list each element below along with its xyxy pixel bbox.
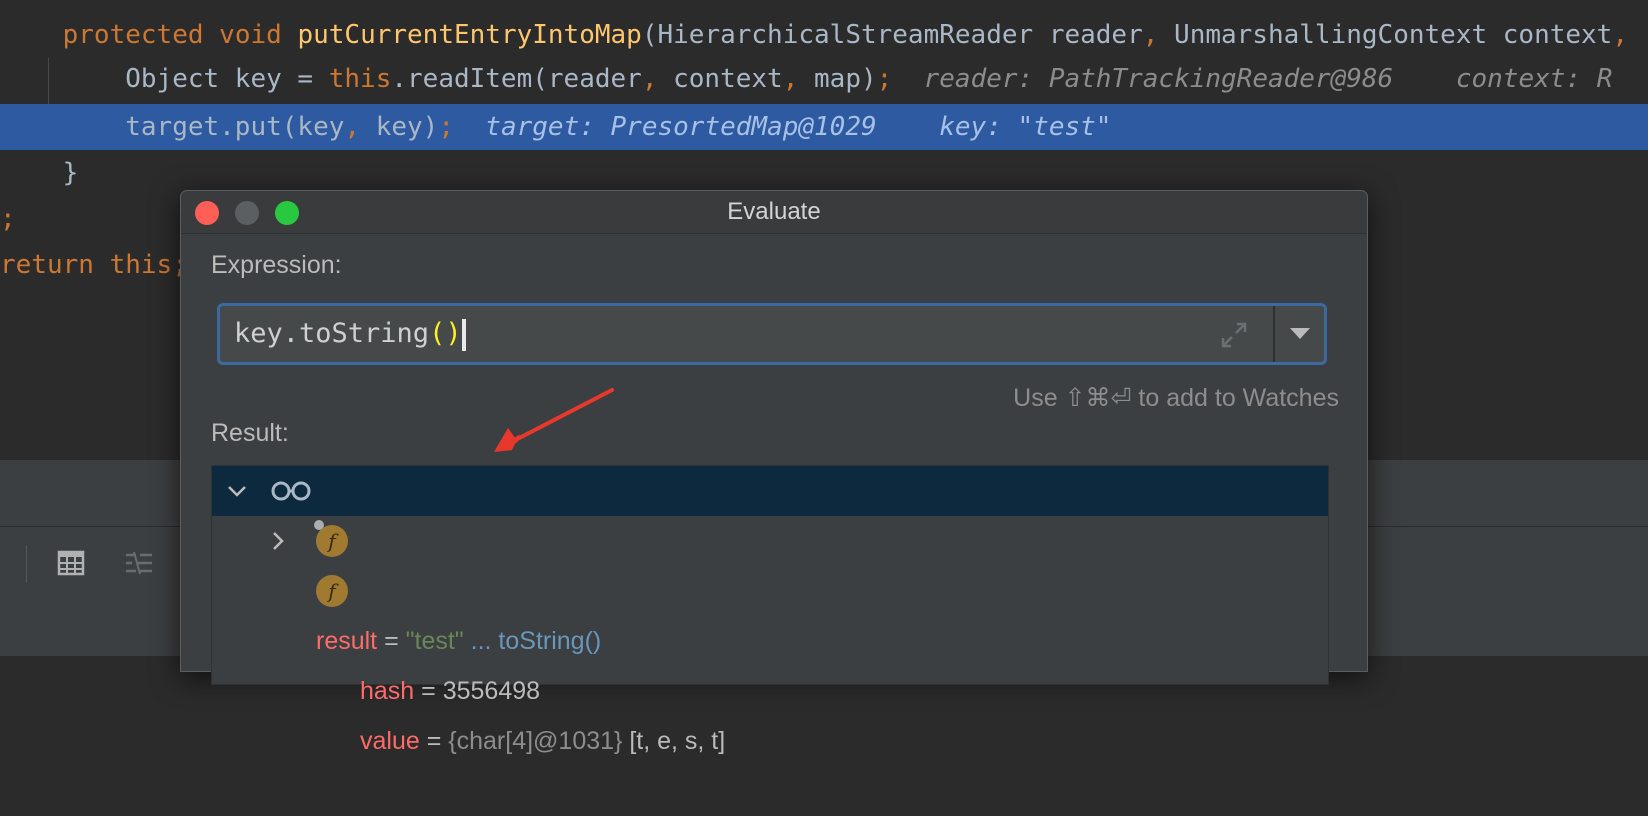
comma: , — [641, 64, 674, 94]
semicolon: ; — [876, 64, 893, 94]
code-text: UnmarshallingContext context — [1158, 20, 1613, 50]
result-node-text: result = "test" ... toString() — [316, 616, 601, 666]
toolbar-separator — [26, 545, 27, 583]
semicolon: ; — [0, 204, 16, 234]
equals: = — [377, 627, 406, 655]
keyword: return — [0, 250, 94, 280]
code-line-1: protected void putCurrentEntryIntoMap(Hi… — [0, 12, 1648, 58]
inline-debug-hint: context: R — [1455, 64, 1613, 94]
inline-debug-hint: target: PresortedMap@1029 — [485, 112, 877, 142]
chevron-right-icon[interactable] — [270, 530, 286, 552]
var-type: {char[4]@1031} — [448, 727, 623, 755]
tree-row-value[interactable]: f value = {char[4]@1031} [t, e, s, t] — [212, 516, 1328, 755]
expression-text[interactable]: key.toString() — [234, 306, 466, 362]
field-badge-icon: f — [316, 525, 348, 557]
var-value: [t, e, s, t] — [622, 727, 726, 755]
equals: = — [414, 677, 443, 705]
comma: , — [782, 64, 815, 94]
semicolon: ; — [438, 112, 454, 142]
code-text: context — [673, 64, 783, 94]
table-icon[interactable] — [56, 548, 86, 578]
expression-input[interactable]: key.toString() — [217, 303, 1327, 365]
code-text: target.put(key — [125, 112, 345, 142]
code-text: Object key = — [125, 64, 329, 94]
var-value: "test" — [405, 627, 464, 655]
code-text: .readItem(reader — [391, 64, 642, 94]
comma: , — [344, 112, 376, 142]
tree-row-result[interactable]: result = "test" ... toString() — [212, 466, 1328, 655]
inline-debug-hint: key: "test" — [939, 112, 1112, 142]
dialog-titlebar: Evaluate — [181, 191, 1367, 234]
watch-hint: Use ⇧⌘⏎ to add to Watches — [1013, 384, 1339, 412]
tree-row-hash[interactable]: f hash = 3556498 — [212, 566, 1328, 705]
keyword: this — [93, 250, 173, 280]
comma: , — [1142, 20, 1159, 50]
code-line-3-current: target.put(key, key); target: PresortedM… — [0, 104, 1648, 150]
keyword: void — [219, 20, 282, 50]
var-value: 3556498 — [442, 677, 541, 705]
expression-label: Expression: — [211, 251, 342, 279]
dialog-title: Evaluate — [727, 198, 821, 225]
var-name: result — [316, 627, 378, 655]
hash-node-text: hash = 3556498 — [360, 666, 540, 716]
closing-brace: } — [62, 158, 79, 188]
result-tree[interactable]: result = "test" ... toString() f value =… — [211, 465, 1329, 755]
equals: = — [419, 727, 449, 755]
dropdown-arrow-icon[interactable] — [1288, 323, 1312, 343]
method-name: putCurrentEntryIntoMap — [297, 20, 642, 50]
annotation-arrow — [494, 388, 614, 452]
code-text: (HierarchicalStreamReader reader — [641, 20, 1143, 50]
chevron-down-icon[interactable] — [226, 482, 248, 500]
keyword: this — [328, 64, 392, 94]
watch-glasses-icon — [271, 481, 311, 501]
text-caret — [461, 318, 466, 351]
expand-icon[interactable] — [1220, 321, 1248, 349]
code-text: map) — [814, 64, 877, 94]
expression-paren: () — [429, 318, 462, 349]
expression-code: key.toString — [234, 318, 430, 349]
dropdown-separator — [1273, 306, 1275, 362]
align-icon[interactable] — [124, 548, 154, 578]
keyword: protected — [62, 20, 204, 50]
final-marker-icon — [314, 520, 324, 530]
result-label: Result: — [211, 419, 289, 447]
evaluate-dialog: Evaluate Expression: key.toString() Use … — [180, 190, 1368, 755]
code-line-2: Object key = this.readItem(reader, conte… — [0, 56, 1648, 102]
code-text: key) — [375, 112, 439, 142]
var-name: value — [360, 727, 420, 755]
expression-suffix: ... toString() — [463, 627, 602, 655]
var-name: hash — [360, 677, 415, 705]
value-node-text: value = {char[4]@1031} [t, e, s, t] — [360, 716, 725, 766]
field-badge-icon: f — [316, 575, 348, 607]
comma: , — [1612, 20, 1628, 50]
inline-debug-hint: reader: PathTrackingReader@986 — [923, 64, 1394, 94]
